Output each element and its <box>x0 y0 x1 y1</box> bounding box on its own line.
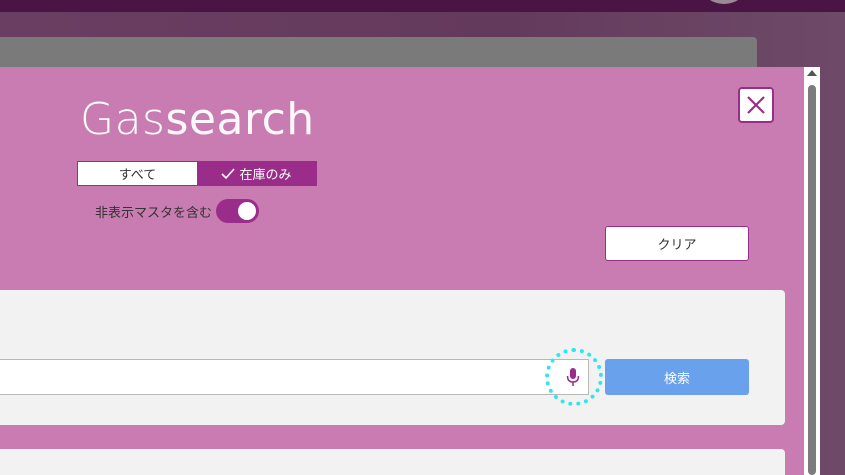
hidden-master-toggle[interactable] <box>216 199 260 223</box>
app-logo: Gassearch <box>80 92 315 148</box>
stock-filter: すべて 在庫のみ <box>77 161 317 186</box>
hidden-master-label: 非表示マスタを含む <box>95 205 213 221</box>
filter-all-label: すべて <box>118 168 157 183</box>
clear-button-label: クリア <box>657 238 697 253</box>
hidden-master-row: 非表示マスタを含む <box>95 199 260 223</box>
microphone-icon <box>566 368 580 386</box>
search-input[interactable] <box>0 359 589 395</box>
scroll-up-icon[interactable] <box>807 70 817 76</box>
logo-bold: Gas <box>80 94 166 145</box>
filter-all-option[interactable]: すべて <box>78 162 197 185</box>
scroll-thumb[interactable] <box>808 85 816 475</box>
logo-light: search <box>165 94 315 145</box>
clear-button[interactable]: クリア <box>605 226 749 261</box>
voice-search-button[interactable] <box>558 362 588 392</box>
search-button[interactable]: 検索 <box>605 359 749 395</box>
check-icon <box>221 167 236 179</box>
filter-stock-option[interactable]: 在庫のみ <box>197 162 316 185</box>
close-button[interactable] <box>738 87 774 123</box>
results-card <box>0 449 785 475</box>
filter-stock-label: 在庫のみ <box>239 168 292 183</box>
toggle-knob <box>238 202 257 220</box>
search-card <box>0 290 785 425</box>
scrollbar[interactable] <box>804 67 820 475</box>
search-button-label: 検索 <box>663 371 690 387</box>
close-icon <box>747 96 765 114</box>
